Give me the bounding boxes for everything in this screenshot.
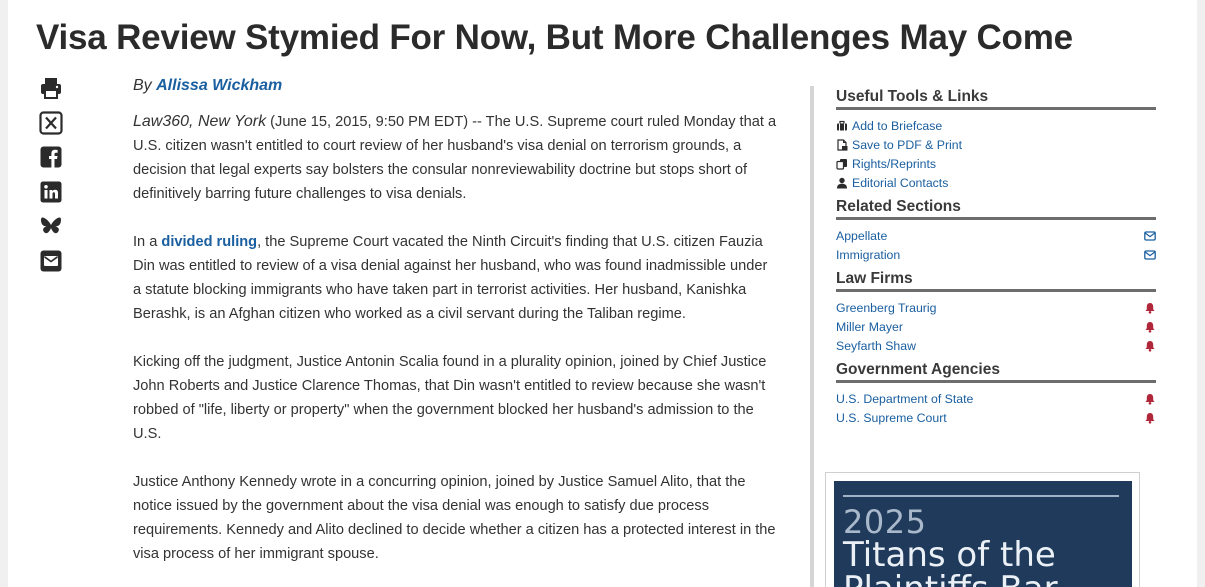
- copy-icon: [836, 158, 847, 170]
- briefcase-icon: [837, 120, 847, 130]
- paragraph-1: Law360, New York (June 15, 2015, 9:50 PM…: [133, 110, 778, 206]
- bell-icon[interactable]: [1144, 412, 1156, 424]
- user-icon: [837, 177, 847, 188]
- related-sections-list: Appellate Immigration: [836, 226, 1156, 264]
- linkedin-icon[interactable]: [39, 180, 63, 204]
- promo-banner: 2025 Titans of the Plaintiffs Bar: [825, 472, 1140, 587]
- envelope-icon[interactable]: [1144, 249, 1156, 261]
- byline: By Allissa Wickham: [133, 74, 778, 98]
- print-icon[interactable]: [39, 76, 63, 100]
- firm-label: Miller Mayer: [836, 319, 903, 334]
- agency-label: U.S. Department of State: [836, 391, 974, 406]
- promo-title-line-1: Titans of the: [843, 535, 1056, 575]
- facebook-icon[interactable]: [39, 145, 63, 169]
- x-icon[interactable]: [39, 110, 63, 135]
- firm-greenberg-traurig[interactable]: Greenberg Traurig: [836, 298, 1156, 317]
- firm-seyfarth-shaw[interactable]: Seyfarth Shaw: [836, 336, 1156, 355]
- government-agencies-heading: Government Agencies: [836, 361, 1156, 383]
- paragraph-3: Kicking off the judgment, Justice Antoni…: [133, 354, 767, 442]
- firm-label: Greenberg Traurig: [836, 300, 937, 315]
- agency-department-of-state[interactable]: U.S. Department of State: [836, 389, 1156, 408]
- promo-rule: [843, 495, 1119, 497]
- paragraph-2-before: In a: [133, 234, 162, 250]
- tool-label: Rights/Reprints: [852, 156, 937, 171]
- paragraph-2: In a divided ruling, the Supreme Court v…: [133, 230, 778, 326]
- tool-save-pdf[interactable]: Save to PDF & Print: [836, 135, 1156, 154]
- promo-title-line-2: Plaintiffs Bar: [843, 572, 1058, 587]
- promo-title: Titans of the Plaintiffs Bar: [843, 538, 1058, 587]
- agency-label: U.S. Supreme Court: [836, 410, 947, 425]
- bell-icon[interactable]: [1144, 340, 1156, 352]
- tool-label: Save to PDF & Print: [852, 137, 963, 152]
- byline-prefix: By: [133, 77, 152, 94]
- firm-miller-mayer[interactable]: Miller Mayer: [836, 317, 1156, 336]
- share-toolbar: [39, 76, 65, 283]
- bell-icon[interactable]: [1144, 302, 1156, 314]
- sidebar-content: Useful Tools & Links Add to Briefcase Sa…: [836, 86, 1156, 431]
- government-agencies-list: U.S. Department of State U.S. Supreme Co…: [836, 389, 1156, 427]
- promo-link[interactable]: 2025 Titans of the Plaintiffs Bar: [834, 481, 1132, 587]
- law-firms-list: Greenberg Traurig Miller Mayer Seyfarth …: [836, 298, 1156, 355]
- agency-supreme-court[interactable]: U.S. Supreme Court: [836, 408, 1156, 427]
- law-firms-heading: Law Firms: [836, 270, 1156, 292]
- email-icon[interactable]: [39, 249, 63, 273]
- pdf-icon: [837, 138, 848, 151]
- article-title: Visa Review Stymied For Now, But More Ch…: [36, 18, 1073, 57]
- bluesky-icon[interactable]: [39, 214, 63, 238]
- bell-icon[interactable]: [1144, 393, 1156, 405]
- divided-ruling-link[interactable]: divided ruling: [161, 234, 257, 250]
- bell-icon[interactable]: [1144, 321, 1156, 333]
- envelope-icon[interactable]: [1144, 230, 1156, 242]
- tool-label: Editorial Contacts: [852, 175, 949, 190]
- paragraph-4: Justice Anthony Kennedy wrote in a concu…: [133, 474, 776, 562]
- dateline-source: Law360, New York: [133, 113, 267, 130]
- section-label: Appellate: [836, 228, 888, 243]
- related-sections-heading: Related Sections: [836, 198, 1156, 220]
- article-body: By Allissa Wickham Law360, New York (Jun…: [133, 74, 778, 587]
- page: Visa Review Stymied For Now, But More Ch…: [8, 0, 1197, 587]
- tool-editorial-contacts[interactable]: Editorial Contacts: [836, 173, 1156, 192]
- section-label: Immigration: [836, 247, 901, 262]
- tools-list: Add to Briefcase Save to PDF & Print Rig…: [836, 116, 1156, 192]
- tool-add-to-briefcase[interactable]: Add to Briefcase: [836, 116, 1156, 135]
- firm-label: Seyfarth Shaw: [836, 338, 916, 353]
- author-link[interactable]: Allissa Wickham: [156, 77, 282, 94]
- section-appellate[interactable]: Appellate: [836, 226, 1156, 245]
- tool-rights-reprints[interactable]: Rights/Reprints: [836, 154, 1156, 173]
- section-immigration[interactable]: Immigration: [836, 245, 1156, 264]
- tool-label: Add to Briefcase: [852, 118, 943, 133]
- tools-heading: Useful Tools & Links: [836, 88, 1156, 110]
